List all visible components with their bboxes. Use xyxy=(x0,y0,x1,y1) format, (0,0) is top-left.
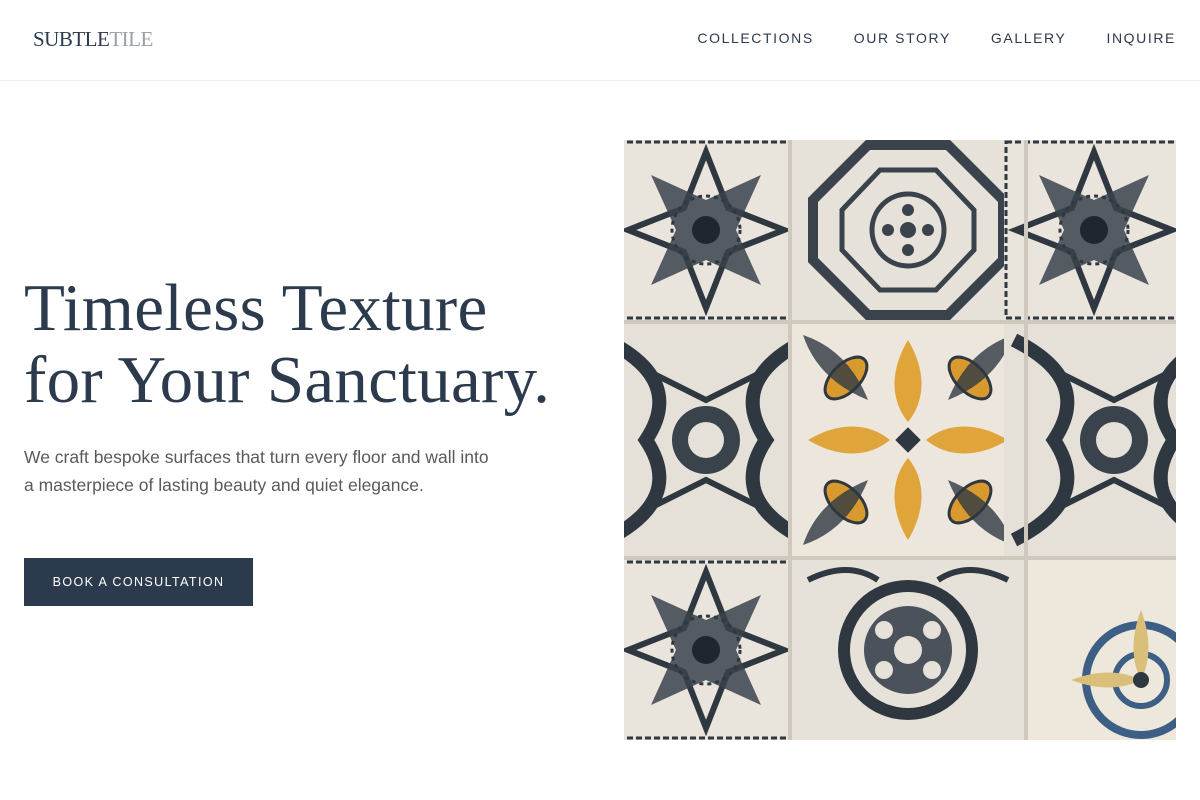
hero-tile-image xyxy=(624,140,1176,740)
hero-headline: Timeless Texture for Your Sanctuary. xyxy=(24,272,604,416)
hero-headline-line1: Timeless Texture xyxy=(24,271,488,345)
site-header: SUBTLETILE COLLECTIONS OUR STORY GALLERY… xyxy=(0,0,1200,81)
main-nav: COLLECTIONS OUR STORY GALLERY INQUIRE xyxy=(697,29,1176,47)
hero-subtext: We craft bespoke surfaces that turn ever… xyxy=(24,447,489,495)
brand-logo[interactable]: SUBTLETILE xyxy=(33,26,153,52)
brand-logo-part2: TILE xyxy=(109,27,153,51)
tile-mosaic-graphic xyxy=(624,140,1176,740)
hero-headline-line2: for Your Sanctuary. xyxy=(24,343,551,417)
nav-item-collections[interactable]: COLLECTIONS xyxy=(697,29,813,47)
nav-item-our-story[interactable]: OUR STORY xyxy=(854,29,951,47)
nav-item-inquire[interactable]: INQUIRE xyxy=(1106,29,1176,47)
book-consultation-button[interactable]: BOOK A CONSULTATION xyxy=(24,558,253,606)
nav-item-gallery[interactable]: GALLERY xyxy=(991,29,1067,47)
brand-logo-part1: SUBTLE xyxy=(33,27,110,51)
